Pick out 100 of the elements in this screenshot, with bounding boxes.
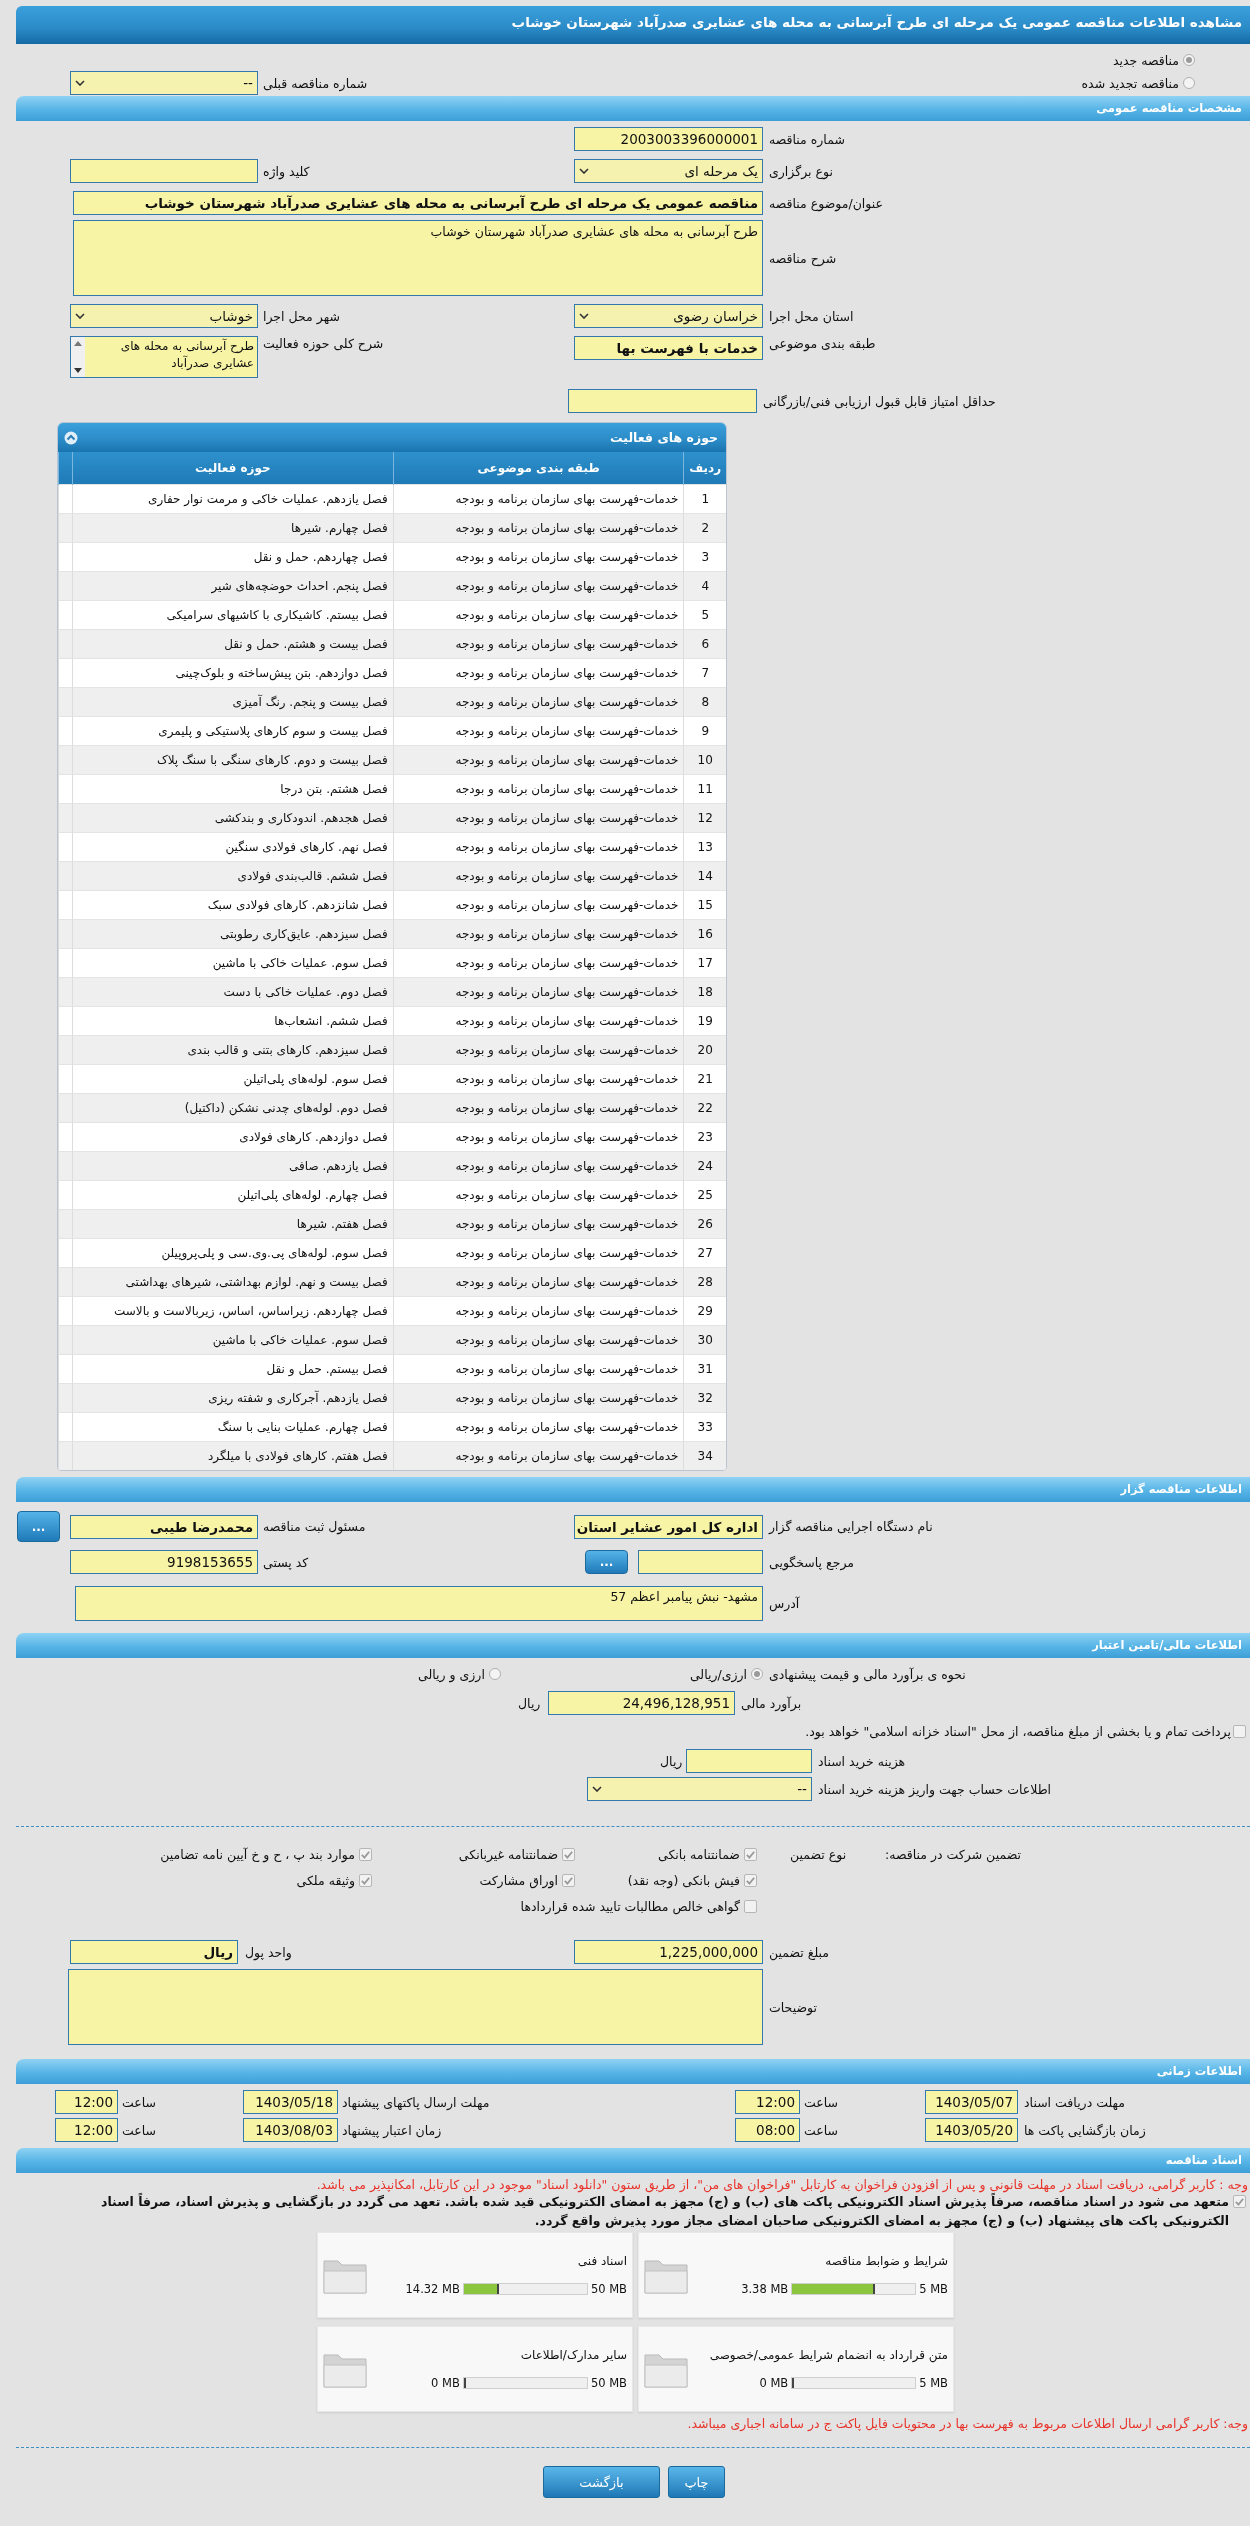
field-label: تضمین شرکت در مناقصه: — [885, 1846, 1021, 1862]
radio-label: ارزی/ریالی — [689, 1666, 747, 1682]
scrollbar[interactable] — [71, 337, 85, 377]
size-label: 14.32 MB — [405, 2282, 460, 2296]
table-cell: فصل پنجم. احداث حوضچه‌های شیر — [72, 571, 394, 601]
agency-field[interactable]: اداره کل امور عشایر استان — [574, 1514, 763, 1539]
table-cell: فصل چهارم. شیرها — [72, 513, 394, 543]
checkbox[interactable] — [744, 1847, 757, 1861]
table-cell: خدمات-فهرست بهای سازمان برنامه و بودجه — [393, 977, 684, 1007]
time-field[interactable]: 12:00 — [735, 2090, 800, 2114]
date-field[interactable]: 1403/05/18 — [243, 2090, 338, 2114]
chevron-down-icon — [579, 313, 589, 319]
checkbox[interactable] — [1233, 1724, 1246, 1738]
radio-label: مناقصه تجدید شده — [1081, 75, 1179, 91]
holding-type-select[interactable]: یک مرحله ای — [574, 159, 763, 183]
tender-number-field[interactable]: 2003003396000001 — [574, 127, 763, 151]
field-label: شرح مناقصه — [769, 250, 837, 266]
checkbox[interactable] — [359, 1873, 372, 1887]
previous-tender-select[interactable]: -- — [70, 71, 258, 95]
table-cell: فصل دوم. عملیات خاکی با دست — [72, 977, 394, 1007]
field-label: زمان بازگشایی پاکت ها — [1024, 2122, 1146, 2138]
checkbox-label: گواهی خالص مطالبات تایید شده قراردادها — [520, 1898, 740, 1914]
description-textarea[interactable]: طرح آبرسانی به محله های عشایری صدرآباد شهرستان خوشاب — [73, 220, 763, 296]
time-field[interactable]: 12:00 — [55, 2090, 118, 2114]
field-label: اطلاعات حساب جهت واریز هزینه خرید اسناد — [818, 1781, 1052, 1797]
province-select[interactable]: خراسان رضوی — [574, 304, 763, 328]
date-field[interactable]: 1403/05/07 — [925, 2090, 1018, 2114]
field-label: ساعت — [804, 2094, 838, 2110]
category-field[interactable]: خدمات با فهرست بها — [574, 336, 763, 360]
guarantee-amount-field[interactable]: 1,225,000,000 — [574, 1940, 763, 1964]
document-fee-field[interactable] — [686, 1749, 812, 1773]
checkbox[interactable] — [744, 1873, 757, 1887]
postal-code-field[interactable]: 9198153655 — [70, 1550, 258, 1574]
field-label: توضیحات — [769, 1999, 817, 2015]
account-select[interactable]: -- — [587, 1777, 812, 1801]
radio-button[interactable] — [751, 1668, 763, 1680]
address-field[interactable]: مشهد- نبش پیامبر اعظم 57 — [75, 1586, 763, 1621]
checkbox[interactable] — [359, 1847, 372, 1861]
chevron-down-icon — [75, 80, 85, 86]
keyword-field[interactable] — [70, 159, 258, 183]
table-cell: خدمات-فهرست بهای سازمان برنامه و بودجه — [393, 1035, 684, 1065]
table-cell: فصل سیزدهم. عایق‌کاری رطوبتی — [72, 919, 394, 949]
browse-button[interactable]: ... — [585, 1550, 628, 1574]
field-label: واحد پول — [245, 1944, 292, 1960]
table-cell: خدمات-فهرست بهای سازمان برنامه و بودجه — [393, 1209, 684, 1239]
browse-button[interactable]: ... — [17, 1511, 60, 1542]
checkbox-label: ضمانتنامه غیربانکی — [458, 1846, 558, 1862]
field-label: مهلت دریافت اسناد — [1024, 2094, 1126, 2110]
min-score-field[interactable] — [568, 389, 757, 413]
estimate-field[interactable]: 24,496,128,951 — [548, 1691, 735, 1715]
checkbox-label: وثیقه ملکی — [296, 1872, 355, 1888]
notes-textarea[interactable] — [68, 1969, 763, 2045]
checkbox-label: فیش بانکی (وجه نقد) — [627, 1872, 740, 1888]
checkbox[interactable] — [1233, 2195, 1246, 2208]
page-title: مشاهده اطلاعات مناقصه عمومی یک مرحله ای طرح آبرسانی به محله های عشایری صدرآباد شهرستان خوشاب — [16, 6, 1250, 44]
time-field[interactable]: 08:00 — [735, 2118, 800, 2142]
checkbox[interactable] — [562, 1847, 575, 1861]
size-label: 3.38 MB — [741, 2282, 789, 2296]
collapse-icon[interactable] — [64, 430, 78, 445]
radio-button[interactable] — [1183, 54, 1195, 66]
table-cell: فصل سیزدهم. کارهای بتنی و قالب بندی — [72, 1035, 394, 1065]
document-name: سایر مدارک/اطلاعات — [520, 2348, 627, 2362]
currency-field[interactable]: ریال — [70, 1940, 238, 1964]
field-label: مبلغ تضمین — [769, 1944, 830, 1960]
limit-label: 50 MB — [590, 2376, 627, 2390]
activity-summary-listbox[interactable]: طرح آبرسانی به محله های عشایری صدرآباد — [70, 336, 258, 378]
checkbox[interactable] — [744, 1899, 757, 1913]
table-cell: 12 — [683, 803, 726, 833]
table-cell: خدمات-فهرست بهای سازمان برنامه و بودجه — [393, 861, 684, 891]
field-label: استان محل اجرا — [769, 308, 854, 324]
table-cell: خدمات-فهرست بهای سازمان برنامه و بودجه — [393, 803, 684, 833]
column-header: ردیف — [683, 452, 726, 485]
responder-field[interactable] — [638, 1550, 763, 1574]
registrar-field[interactable]: محمدرضا طیبی — [70, 1514, 258, 1539]
table-cell: 28 — [683, 1267, 726, 1297]
table-cell: خدمات-فهرست بهای سازمان برنامه و بودجه — [393, 1093, 684, 1123]
radio-button[interactable] — [488, 1668, 501, 1680]
field-label: کلید واژه — [263, 163, 310, 179]
section-header: اطلاعات مالی/تامین اعتبار — [16, 1633, 1250, 1658]
chevron-down-icon — [592, 1786, 602, 1792]
radio-button[interactable] — [1183, 77, 1195, 89]
table-cell: 32 — [683, 1383, 726, 1413]
panel-title: حوزه های فعالیت — [610, 430, 718, 445]
field-label: ساعت — [122, 2094, 156, 2110]
action-button[interactable]: بازگشت — [543, 2466, 660, 2498]
notice-text: وجه : کاربر گرامی، دریافت اسناد در مهلت قانونی و پس از افزودن فراخوان به کارتابل "فراخوان های من"، از طریق ستون "دانلود اسناد" موجود در این کارتابل، امکانپذیر می باشد. — [315, 2177, 1249, 2192]
table-cell: 2 — [683, 513, 726, 543]
time-field[interactable]: 12:00 — [55, 2118, 118, 2142]
table-cell: خدمات-فهرست بهای سازمان برنامه و بودجه — [393, 1151, 684, 1181]
date-field[interactable]: 1403/08/03 — [243, 2118, 338, 2142]
table-cell: فصل هجدهم. اندودکاری و بندکشی — [72, 803, 394, 833]
checkbox-label: ضمانتنامه بانکی — [658, 1846, 740, 1862]
subject-field[interactable]: مناقصه عمومی یک مرحله ای طرح آبرسانی به محله های عشایری صدرآباد شهرستان خوشاب — [73, 191, 763, 215]
date-field[interactable]: 1403/05/20 — [925, 2118, 1018, 2142]
city-select[interactable]: خوشاب — [70, 304, 258, 328]
radio-label: مناقصه جدید — [1112, 52, 1179, 68]
field-label: نوع برگزاری — [769, 163, 833, 179]
table-cell: 10 — [683, 745, 726, 775]
table-cell: 24 — [683, 1151, 726, 1181]
checkbox[interactable] — [562, 1873, 575, 1887]
